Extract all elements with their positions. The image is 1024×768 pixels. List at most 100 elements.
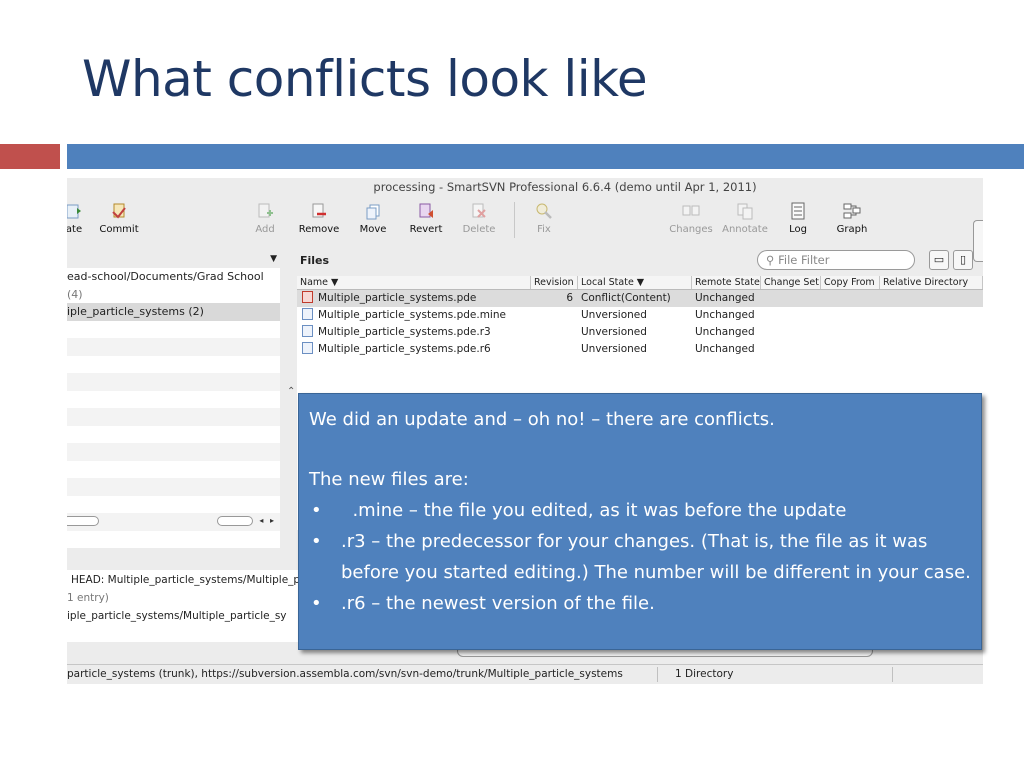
tree-item-selected[interactable]: iple_particle_systems (2)	[67, 303, 280, 321]
column-revision[interactable]: Revision	[531, 276, 578, 289]
table-row[interactable]: Multiple_particle_systems.pde 6 Conflict…	[297, 290, 983, 307]
tree-empty-row	[67, 495, 280, 513]
changes-icon	[682, 205, 700, 216]
remove-button[interactable]: Remove	[297, 202, 341, 235]
bullet-text: .r3 – the predecessor for your changes. …	[341, 531, 971, 583]
split-caret-icon[interactable]: ⌃	[287, 386, 295, 397]
file-revision	[531, 307, 578, 324]
fix-label: Fix	[537, 224, 551, 235]
add-icon	[258, 203, 273, 218]
accent-bar-red	[0, 144, 60, 169]
move-button[interactable]: Move	[355, 202, 391, 235]
scroll-thumb[interactable]	[67, 516, 99, 526]
file-revision	[531, 324, 578, 341]
table-row[interactable]: Multiple_particle_systems.pde.r3 Unversi…	[297, 324, 983, 341]
column-change-set[interactable]: Change Set	[761, 276, 821, 289]
tree-empty-row	[67, 355, 280, 373]
callout-bullet-mine: • .mine – the file you edited, as it was…	[309, 495, 971, 526]
tree-empty-row	[67, 478, 280, 496]
table-row[interactable]: Multiple_particle_systems.pde.r6 Unversi…	[297, 341, 983, 358]
revert-label: Revert	[409, 224, 443, 235]
revert-icon	[419, 203, 433, 218]
delete-icon	[472, 203, 486, 218]
changes-label: Changes	[669, 224, 713, 235]
callout-intro: We did an update and – oh no! – there ar…	[309, 409, 775, 430]
column-remote-state[interactable]: Remote State	[692, 276, 761, 289]
file-revision	[531, 341, 578, 358]
tree-horizontal-scrollbar[interactable]: ◂ ▸	[67, 513, 280, 529]
file-button[interactable]: ▯	[953, 250, 973, 270]
accent-bar-blue	[67, 144, 1024, 169]
fix-button[interactable]: Fix	[531, 202, 557, 235]
log-entries: 1 entry)	[67, 592, 109, 604]
search-icon: ⚲	[766, 253, 775, 267]
scroll-arrows-icon[interactable]: ◂ ▸	[259, 516, 276, 525]
tree-item-path[interactable]: ead-school/Documents/Grad School	[67, 268, 280, 286]
file-local-state: Unversioned	[581, 326, 647, 338]
directory-tree: ▼ ead-school/Documents/Grad School (4) i…	[67, 248, 280, 548]
bullet-text: .r6 – the newest version of the file.	[341, 593, 655, 614]
update-icon	[67, 204, 81, 219]
toolbar: ate Commit Add Remove Move Revert Delete	[67, 198, 983, 262]
tree-empty-row	[67, 443, 280, 461]
table-row[interactable]: Multiple_particle_systems.pde.mine Unver…	[297, 307, 983, 324]
tree-empty-row	[67, 460, 280, 478]
file-filter-placeholder: File Filter	[778, 253, 830, 267]
file-name: Multiple_particle_systems.pde.mine	[318, 309, 506, 321]
add-button[interactable]: Add	[251, 202, 279, 235]
update-button[interactable]: ate	[67, 202, 89, 235]
bullet-glyph: •	[311, 500, 322, 521]
callout-bullet-r6: • .r6 – the newest version of the file.	[309, 588, 971, 619]
status-directory-count: 1 Directory	[675, 668, 734, 680]
explanation-callout: We did an update and – oh no! – there ar…	[298, 393, 982, 650]
callout-new-files-heading: The new files are:	[309, 469, 469, 490]
file-icon: ▯	[959, 253, 967, 266]
move-label: Move	[359, 224, 387, 235]
tree-dropdown-icon[interactable]: ▼	[270, 254, 277, 264]
revert-button[interactable]: Revert	[407, 202, 445, 235]
column-copy-from[interactable]: Copy From	[821, 276, 880, 289]
file-revision: 6	[566, 292, 573, 304]
column-local-state[interactable]: Local State ▼	[578, 276, 692, 289]
remove-icon	[312, 203, 326, 218]
file-local-state: Conflict(Content)	[581, 292, 671, 304]
changes-button[interactable]: Changes	[668, 202, 714, 235]
file-remote-state: Unchanged	[695, 343, 755, 355]
commit-button[interactable]: Commit	[99, 202, 139, 235]
column-name[interactable]: Name ▼	[297, 276, 531, 289]
folder-icon: ▭	[933, 253, 945, 266]
toolbar-separator	[514, 202, 515, 238]
log-head[interactable]: HEAD: Multiple_particle_systems/Multiple…	[71, 574, 300, 586]
file-name: Multiple_particle_systems.pde	[318, 292, 477, 304]
log-path[interactable]: iple_particle_systems/Multiple_particle_…	[67, 610, 287, 622]
annotate-label: Annotate	[722, 224, 768, 235]
file-remote-state: Unchanged	[695, 326, 755, 338]
update-label: ate	[67, 224, 83, 235]
graph-button[interactable]: Graph	[834, 202, 870, 235]
side-panel-handle[interactable]	[973, 220, 983, 262]
bullet-text: .mine – the file you edited, as it was b…	[341, 500, 847, 521]
conflict-file-icon	[302, 291, 313, 303]
unversioned-file-icon	[302, 342, 313, 354]
file-filter-input[interactable]: ⚲ File Filter	[757, 250, 915, 270]
graph-label: Graph	[836, 224, 868, 235]
tree-empty-row	[67, 408, 280, 426]
file-name: Multiple_particle_systems.pde.r3	[318, 326, 491, 338]
tree-empty-row	[67, 373, 280, 391]
commit-icon	[112, 203, 126, 219]
files-table-header: Name ▼ Revision Local State ▼ Remote Sta…	[297, 276, 983, 290]
scroll-track-end	[217, 516, 253, 526]
remove-label: Remove	[298, 224, 340, 235]
column-relative-directory[interactable]: Relative Directory	[880, 276, 983, 289]
delete-button[interactable]: Delete	[462, 202, 496, 235]
annotate-icon	[737, 203, 753, 220]
window-title: processing - SmartSVN Professional 6.6.4…	[373, 180, 757, 194]
tree-item-count[interactable]: (4)	[67, 285, 280, 303]
file-remote-state: Unchanged	[695, 309, 755, 321]
move-icon	[366, 204, 380, 220]
status-repository-path: particle_systems (trunk), https://subver…	[67, 668, 623, 680]
log-button[interactable]: Log	[785, 202, 811, 235]
folder-button[interactable]: ▭	[929, 250, 949, 270]
fix-icon	[536, 203, 552, 219]
annotate-button[interactable]: Annotate	[720, 202, 770, 235]
